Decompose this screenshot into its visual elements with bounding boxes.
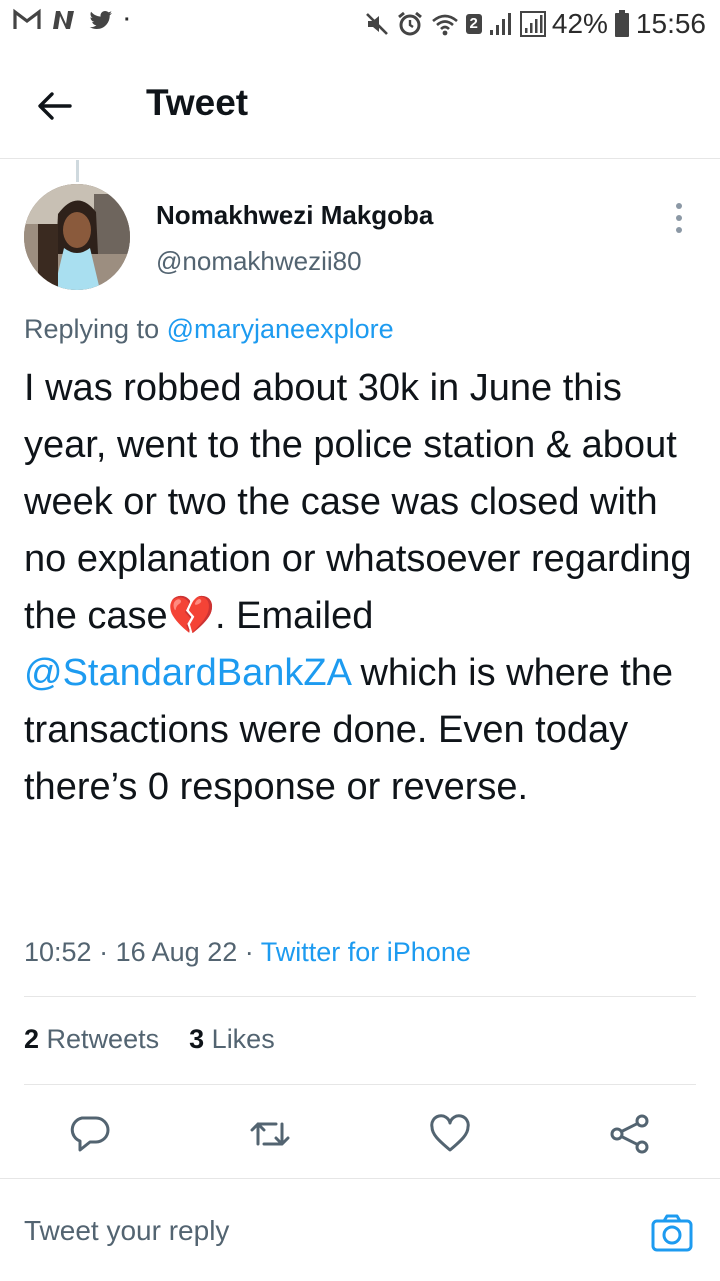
author-handle[interactable]: @nomakhwezii80	[156, 246, 362, 277]
signal-icon-2	[519, 11, 546, 37]
divider	[24, 996, 696, 997]
dot-indicator: ·	[124, 8, 131, 31]
sim-badge: 2	[465, 14, 482, 34]
battery-percent: 42%	[551, 8, 608, 39]
camera-icon[interactable]	[650, 1213, 694, 1253]
status-bar: · 2 42% 15:56	[0, 0, 720, 52]
likes-label: Likes	[211, 1024, 275, 1054]
tweet-stats: 2 Retweets 3 Likes	[24, 1024, 275, 1055]
tweet-source[interactable]: Twitter for iPhone	[261, 937, 471, 967]
replying-to-label: Replying to	[24, 314, 160, 344]
page-title: Tweet	[146, 82, 249, 123]
meta-separator: ·	[99, 937, 109, 967]
notification-icons: ·	[12, 8, 131, 32]
signal-icon-1	[489, 13, 511, 35]
share-icon[interactable]	[608, 1112, 652, 1156]
tweet-text-part2: . Emailed	[214, 595, 374, 637]
retweets-count: 2	[24, 1024, 40, 1054]
meta-separator: ·	[244, 937, 254, 967]
twitter-icon	[89, 11, 112, 29]
reply-bar: Tweet your reply	[0, 1178, 720, 1281]
mute-icon	[365, 13, 388, 35]
mention-link[interactable]: @StandardBankZA	[24, 652, 350, 694]
app-bar: Tweet	[0, 52, 720, 159]
battery-icon	[614, 10, 629, 37]
tweet-time: 10:52	[24, 937, 92, 967]
tweet-text: I was robbed about 30k in June this year…	[24, 360, 696, 816]
news-icon	[53, 11, 74, 29]
replying-to-line: Replying to @maryjaneexplore	[24, 314, 394, 345]
gmail-icon	[13, 8, 41, 29]
likes-count: 3	[189, 1024, 205, 1054]
wifi-icon	[431, 14, 458, 36]
retweets-label: Retweets	[46, 1024, 160, 1054]
retweet-icon[interactable]	[248, 1112, 292, 1156]
clock: 15:56	[635, 8, 706, 39]
reply-input[interactable]: Tweet your reply	[24, 1215, 229, 1247]
system-icons: 2 42% 15:56	[364, 8, 706, 40]
like-icon[interactable]	[428, 1112, 472, 1156]
reply-icon[interactable]	[68, 1112, 112, 1156]
tweet-meta: 10:52 · 16 Aug 22 · Twitter for iPhone	[24, 937, 471, 968]
more-options-icon[interactable]	[664, 198, 694, 238]
back-arrow-icon[interactable]	[34, 86, 74, 126]
avatar[interactable]	[24, 184, 130, 290]
broken-heart-emoji: 💔	[167, 595, 215, 637]
alarm-icon	[397, 11, 422, 36]
thread-connector-line	[76, 160, 79, 182]
likes-stat[interactable]: 3 Likes	[189, 1024, 275, 1054]
retweets-stat[interactable]: 2 Retweets	[24, 1024, 159, 1054]
replying-to-link[interactable]: @maryjaneexplore	[167, 314, 394, 344]
avatar-photo	[24, 184, 130, 290]
tweet-date: 16 Aug 22	[115, 937, 238, 967]
author-name[interactable]: Nomakhwezi Makgoba	[156, 200, 433, 231]
divider	[24, 1084, 696, 1085]
